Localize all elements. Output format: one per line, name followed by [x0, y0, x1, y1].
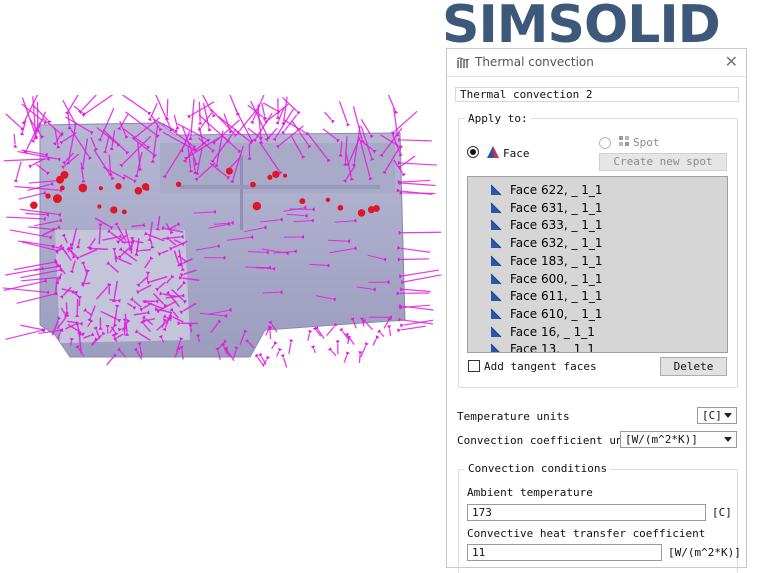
add-tangent-faces-label: Add tangent faces — [484, 360, 597, 373]
face-list-item-label: Face 611, _ 1_1 — [510, 289, 603, 303]
convection-conditions-label: Convection conditions — [465, 462, 610, 475]
face-icon — [490, 202, 502, 214]
thermal-convection-dialog: Thermal convection ✕ Thermal convection … — [446, 48, 747, 568]
model-viewport[interactable] — [0, 95, 445, 385]
face-list-item-label: Face 610, _ 1_1 — [510, 307, 603, 321]
face-icon — [490, 273, 502, 285]
face-list-item-label: Face 600, _ 1_1 — [510, 272, 603, 286]
add-tangent-faces-checkbox[interactable] — [468, 360, 480, 372]
spot-radio[interactable] — [599, 137, 611, 149]
spot-icon — [618, 135, 630, 149]
create-new-spot-button[interactable]: Create new spot — [599, 153, 727, 171]
face-icon — [490, 184, 502, 196]
condition-name-field[interactable]: Thermal convection 2 — [455, 87, 739, 102]
ambient-temperature-input[interactable]: 173 — [467, 504, 706, 521]
heat-transfer-coefficient-input[interactable]: 11 — [467, 544, 662, 561]
convection-icon — [456, 57, 470, 69]
temperature-units-value: [C] — [702, 409, 722, 422]
face-icon — [485, 144, 501, 160]
face-list-item-label: Face 633, _ 1_1 — [510, 218, 603, 232]
close-icon[interactable]: ✕ — [725, 52, 738, 71]
face-icon — [490, 308, 502, 320]
heat-transfer-coefficient-label: Convective heat transfer coefficient — [467, 527, 705, 540]
heat-transfer-coefficient-unit: [W/(m^2*K)] — [668, 546, 741, 559]
face-list-item-label: Face 13, _ 1_1 — [510, 342, 595, 353]
face-icon — [490, 290, 502, 302]
face-list-item-label: Face 631, _ 1_1 — [510, 201, 603, 215]
dialog-titlebar[interactable]: Thermal convection ✕ — [447, 49, 746, 77]
dialog-title: Thermal convection — [475, 55, 594, 69]
face-list-item-label: Face 16, _ 1_1 — [510, 325, 595, 339]
face-label: Face — [503, 147, 530, 160]
coefficient-units-label: Convection coefficient units — [457, 434, 642, 447]
selected-faces-list[interactable]: Face 622, _ 1_1 Face 631, _ 1_1 Face 633, … — [467, 176, 728, 353]
delete-button[interactable]: Delete — [660, 357, 727, 376]
temperature-units-select[interactable]: [C] — [697, 407, 737, 424]
face-list-item[interactable]: Face 13, _ 1_1 — [468, 340, 727, 353]
chevron-down-icon — [724, 413, 732, 418]
simsolid-logo: SIMSOLID — [442, 0, 760, 50]
face-icon — [490, 326, 502, 338]
ambient-temperature-unit: [C] — [712, 506, 732, 519]
face-list-item[interactable]: Face 631, _ 1_1 — [468, 199, 727, 217]
face-icon — [490, 219, 502, 231]
face-radio[interactable] — [467, 146, 479, 158]
face-icon — [490, 255, 502, 267]
apply-to-label: Apply to: — [465, 112, 531, 125]
face-list-item[interactable]: Face 16, _ 1_1 — [468, 323, 727, 341]
face-list-item[interactable]: Face 600, _ 1_1 — [468, 270, 727, 288]
coefficient-units-select[interactable]: [W/(m^2*K)] — [620, 431, 737, 448]
chevron-down-icon — [724, 437, 732, 442]
face-list-item[interactable]: Face 622, _ 1_1 — [468, 181, 727, 199]
ambient-temperature-label: Ambient temperature — [467, 486, 593, 499]
spot-label: Spot — [633, 136, 660, 149]
face-list-item-label: Face 632, _ 1_1 — [510, 236, 603, 250]
face-list-item[interactable]: Face 183, _ 1_1 — [468, 252, 727, 270]
face-list-item[interactable]: Face 633, _ 1_1 — [468, 216, 727, 234]
temperature-units-label: Temperature units — [457, 410, 570, 423]
face-list-item[interactable]: Face 610, _ 1_1 — [468, 305, 727, 323]
coefficient-units-value: [W/(m^2*K)] — [625, 433, 698, 446]
face-list-item[interactable]: Face 611, _ 1_1 — [468, 287, 727, 305]
face-list-item[interactable]: Face 632, _ 1_1 — [468, 234, 727, 252]
face-icon — [490, 237, 502, 249]
face-list-item-label: Face 183, _ 1_1 — [510, 254, 603, 268]
face-icon — [490, 343, 502, 353]
face-list-item-label: Face 622, _ 1_1 — [510, 183, 603, 197]
